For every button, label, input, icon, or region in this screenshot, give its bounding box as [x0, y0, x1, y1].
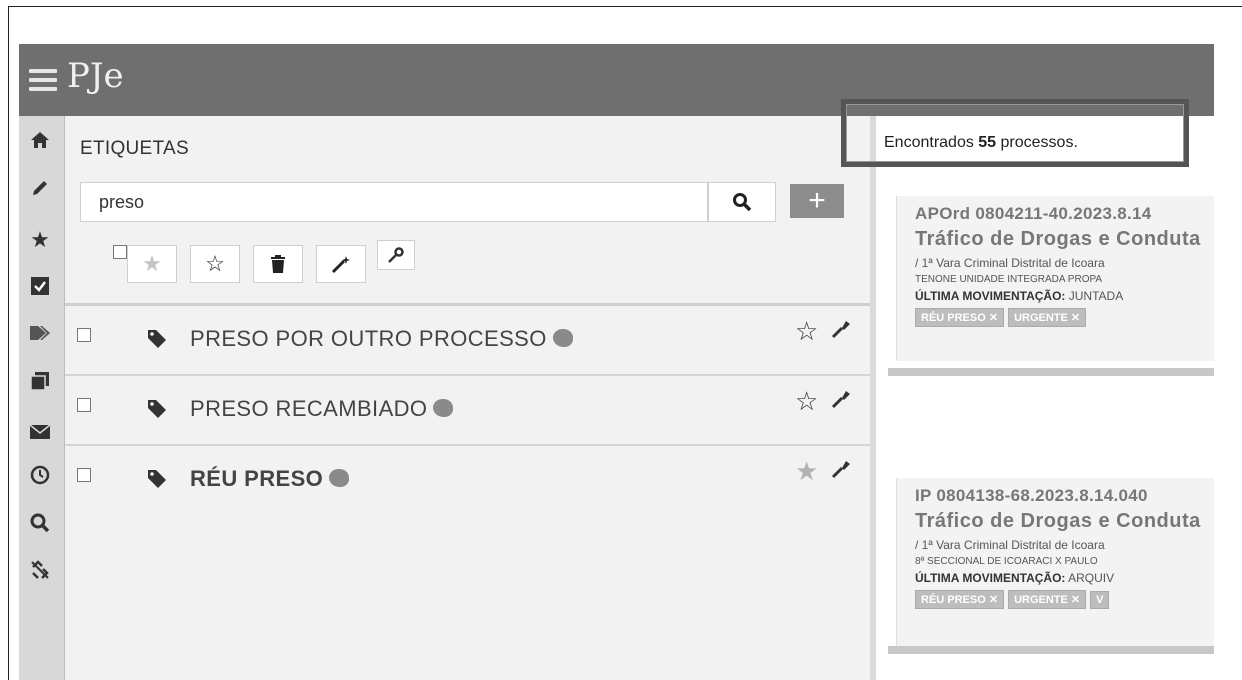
star-filled-icon[interactable]: ★: [795, 456, 818, 487]
wrench-icon[interactable]: [830, 388, 852, 416]
tag-row[interactable]: PRESO POR OUTRO PROCESSO ☆: [65, 306, 870, 376]
icon-rail: ★: [19, 116, 65, 680]
envelope-icon[interactable]: [23, 416, 57, 452]
process-court: / 1ª Vara Criminal Distrital de Icoara: [915, 256, 1105, 270]
palette-icon[interactable]: [329, 469, 350, 488]
tag-icon: [148, 330, 166, 348]
tag-label[interactable]: PRESO RECAMBIADO: [190, 396, 454, 422]
tag-badge[interactable]: URGENTE ✕: [1008, 590, 1087, 609]
tag-label[interactable]: RÉU PRESO: [190, 466, 350, 492]
process-court: / 1ª Vara Criminal Distrital de Icoara: [915, 538, 1105, 552]
magic-wand-button[interactable]: [316, 245, 366, 283]
last-movement: ÚLTIMA MOVIMENTAÇÃO: ARQUIV: [915, 571, 1115, 585]
unfavorite-button[interactable]: ☆: [190, 245, 240, 283]
star-outline-icon[interactable]: ☆: [795, 316, 818, 347]
pencil-icon[interactable]: [23, 174, 57, 210]
trash-icon: [271, 255, 285, 273]
tag-search-input[interactable]: [80, 182, 708, 222]
highlight-annotation: [841, 99, 1189, 167]
brand-logo[interactable]: PJe: [67, 56, 124, 96]
magic-wand-icon: [331, 256, 350, 274]
badge-list: RÉU PRESO ✕ URGENTE ✕ V: [915, 590, 1113, 609]
home-icon[interactable]: [23, 126, 57, 162]
card-separator: [888, 368, 1214, 376]
process-card[interactable]: APOrd 0804211-40.2023.8.14 Tráfico de Dr…: [896, 196, 1214, 361]
favorite-selected-button[interactable]: ★: [127, 245, 177, 283]
palette-icon[interactable]: [552, 329, 573, 348]
process-number[interactable]: APOrd 0804211-40.2023.8.14: [915, 204, 1152, 224]
star-icon[interactable]: ★: [23, 222, 57, 258]
card-separator: [888, 646, 1214, 654]
process-card[interactable]: IP 0804138-68.2023.8.14.040 Tráfico de D…: [896, 478, 1214, 648]
tag-row[interactable]: PRESO RECAMBIADO ☆: [65, 376, 870, 446]
tag-label[interactable]: PRESO POR OUTRO PROCESSO: [190, 326, 573, 352]
tag-badge[interactable]: RÉU PRESO ✕: [915, 590, 1005, 609]
search-icon[interactable]: [23, 509, 57, 545]
row-checkbox[interactable]: [77, 468, 91, 482]
tags-panel: ETIQUETAS + ★ ☆: [65, 116, 870, 680]
palette-icon[interactable]: [433, 399, 454, 418]
wrench-icon[interactable]: [830, 458, 852, 486]
tag-icon: [148, 470, 166, 488]
star-outline-icon[interactable]: ☆: [795, 386, 818, 417]
delete-button[interactable]: [253, 245, 303, 283]
window-frame: PJe ★ ETIQUETAS preso + ★ ☆ PRESO POR OU…: [8, 6, 1242, 680]
tag-badge[interactable]: RÉU PRESO ✕: [915, 308, 1005, 327]
tag-badge[interactable]: V: [1090, 591, 1110, 609]
results-panel: Encontrados 55 processos. APOrd 0804211-…: [876, 116, 1214, 680]
panel-title: ETIQUETAS: [80, 138, 189, 159]
add-tag-button[interactable]: +: [790, 184, 844, 218]
tag-icon: [148, 400, 166, 418]
star-filled-icon: ★: [142, 251, 162, 276]
tag-badge[interactable]: URGENTE ✕: [1008, 308, 1087, 327]
wrench-icon: [388, 247, 404, 263]
settings-button[interactable]: [377, 240, 415, 270]
row-checkbox[interactable]: [77, 328, 91, 342]
copy-icon[interactable]: [23, 367, 57, 403]
process-number[interactable]: IP 0804138-68.2023.8.14.040: [915, 486, 1148, 506]
badge-list: RÉU PRESO ✕ URGENTE ✕: [915, 308, 1090, 327]
process-parties: TENONE UNIDADE INTEGRADA PROPA: [915, 274, 1103, 285]
tag-search-field[interactable]: [81, 183, 707, 221]
last-movement: ÚLTIMA MOVIMENTAÇÃO: JUNTADA: [915, 289, 1124, 303]
process-subject: Tráfico de Drogas e Conduta: [915, 510, 1201, 532]
tags-icon[interactable]: [23, 319, 57, 355]
unlink-icon[interactable]: [23, 556, 57, 592]
wrench-icon[interactable]: [830, 318, 852, 346]
search-button[interactable]: [708, 182, 776, 222]
search-icon: [733, 193, 752, 212]
menu-icon[interactable]: [29, 69, 57, 93]
history-icon[interactable]: [23, 461, 57, 497]
process-parties: 8ª SECCIONAL DE ICOARACI X PAULO: [915, 556, 1098, 567]
checkbox-icon[interactable]: [23, 271, 57, 307]
tag-row[interactable]: RÉU PRESO ★: [65, 446, 870, 646]
process-subject: Tráfico de Drogas e Conduta: [915, 228, 1201, 250]
select-all-checkbox[interactable]: [113, 245, 127, 259]
row-checkbox[interactable]: [77, 398, 91, 412]
star-outline-icon: ☆: [205, 251, 225, 276]
